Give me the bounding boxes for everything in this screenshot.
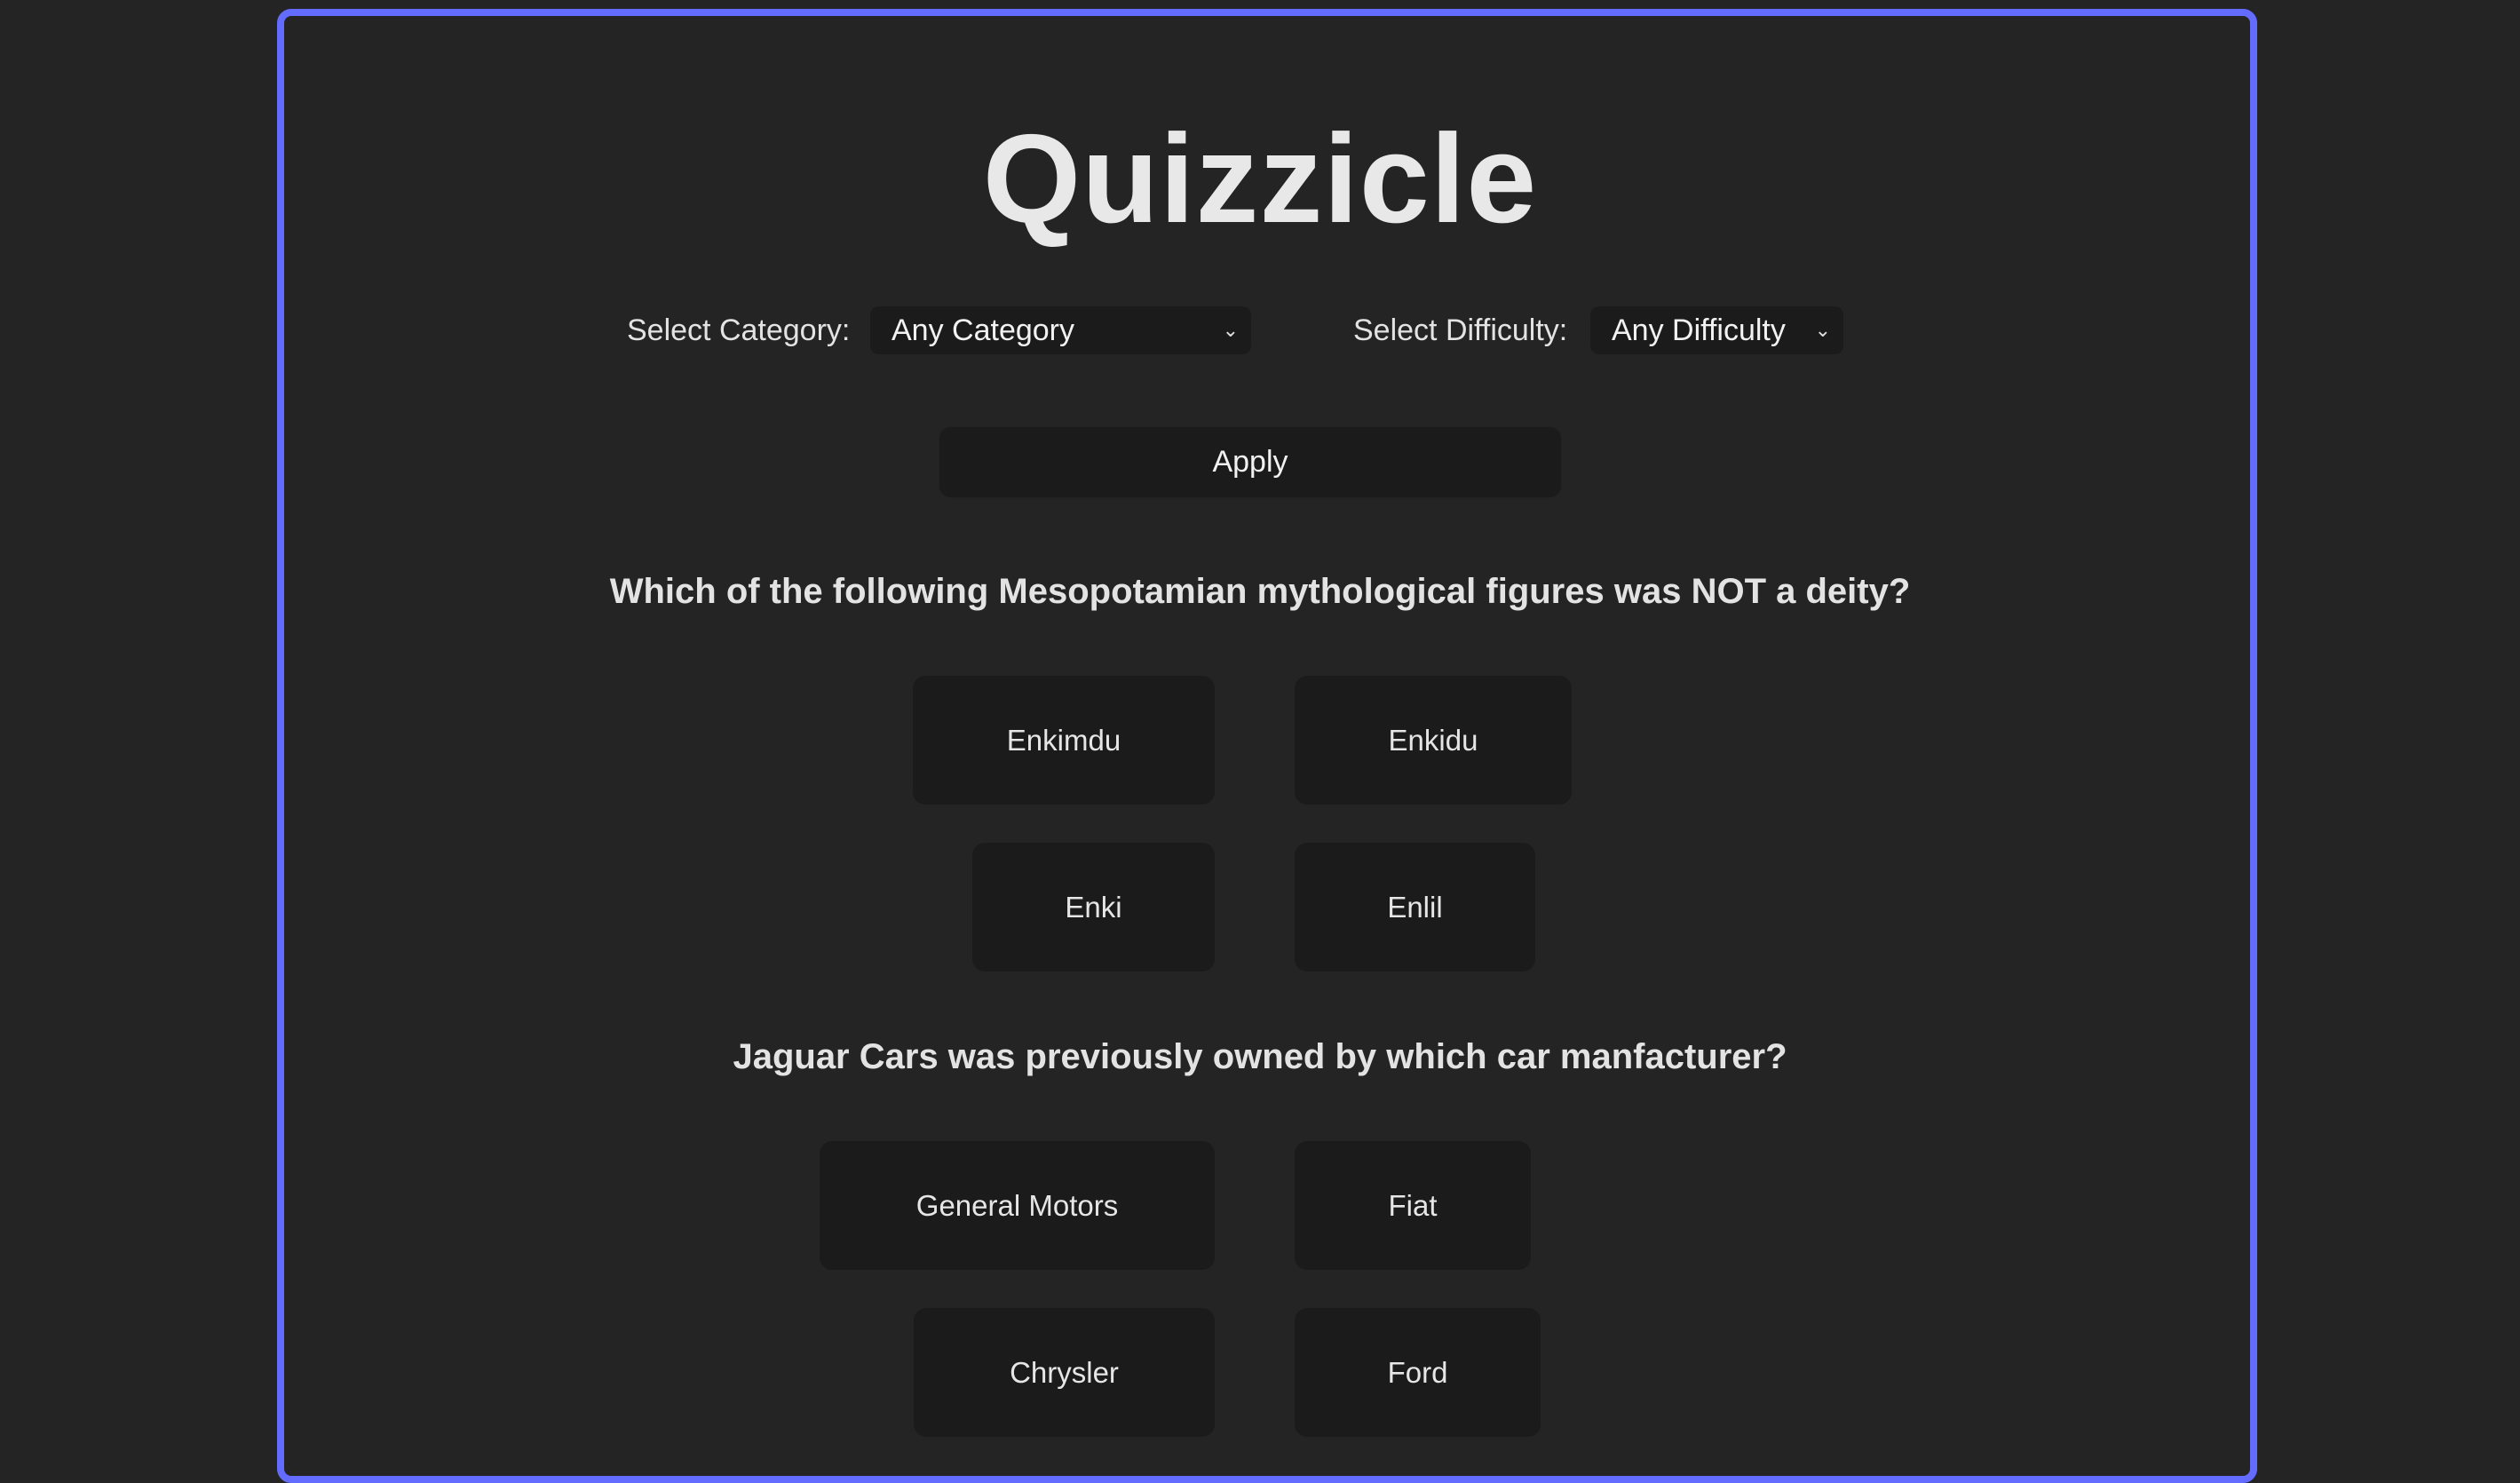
answer-button[interactable]: Enki xyxy=(972,843,1215,971)
question-text: Jaguar Cars was previously owned by whic… xyxy=(733,1037,1787,1076)
category-label: Select Category: xyxy=(627,313,851,347)
difficulty-select[interactable]: Any Difficulty ⌄ xyxy=(1590,306,1843,354)
answer-button[interactable]: Fiat xyxy=(1295,1141,1531,1270)
chevron-down-icon: ⌄ xyxy=(1222,319,1239,341)
chevron-down-icon: ⌄ xyxy=(1814,319,1831,341)
answer-button[interactable]: Enlil xyxy=(1295,843,1535,971)
difficulty-select-value: Any Difficulty xyxy=(1612,313,1786,347)
answer-button[interactable]: Enkidu xyxy=(1295,676,1572,805)
answer-button[interactable]: General Motors xyxy=(820,1141,1215,1270)
answer-button[interactable]: Ford xyxy=(1295,1308,1541,1437)
answer-button[interactable]: Enkimdu xyxy=(913,676,1215,805)
page-title: Quizzicle xyxy=(982,108,1538,250)
category-select-value: Any Category xyxy=(892,313,1074,347)
answer-button[interactable]: Chrysler xyxy=(914,1308,1215,1437)
difficulty-label: Select Difficulty: xyxy=(1353,313,1568,347)
category-select[interactable]: Any Category ⌄ xyxy=(870,306,1251,354)
apply-button[interactable]: Apply xyxy=(939,426,1562,498)
question-text: Which of the following Mesopotamian myth… xyxy=(609,572,1911,611)
